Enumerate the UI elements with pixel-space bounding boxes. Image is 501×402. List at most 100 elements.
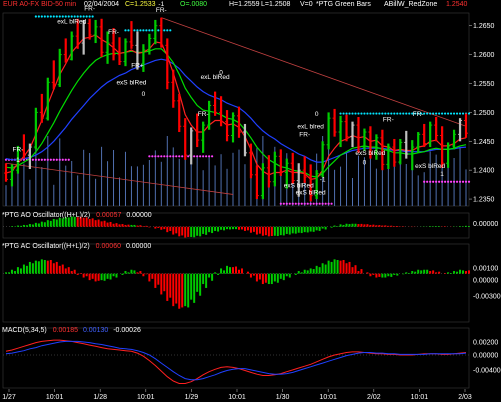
resistance-dot (61, 15, 64, 18)
resistance-dot (157, 29, 160, 32)
macd-title: MACD(5,34,5) (2, 327, 47, 334)
support-dot (330, 202, 333, 205)
study1-label: *PTG Green Bars (316, 1, 371, 8)
support-dot (300, 202, 303, 205)
change-label: O=.0080 (180, 1, 208, 8)
resistance-dot (426, 112, 429, 115)
support-dot (327, 202, 330, 205)
x-tick-label: 2/03 (458, 394, 472, 401)
support-dot (438, 180, 441, 183)
support-dot (178, 155, 181, 158)
resistance-dot (399, 112, 402, 115)
support-dot (446, 180, 450, 183)
ao-value-red: 0.00057 (96, 212, 122, 219)
resistance-dot (467, 112, 471, 115)
ao-pane-title: *PTG AO Oscillator((H+L)/2) 0.00057 0.00… (2, 212, 152, 219)
support-dot (309, 202, 312, 205)
macd-tick-label: -0.00400 (473, 368, 501, 375)
support-dot (458, 180, 462, 183)
resistance-dot (136, 29, 139, 32)
support-dot (426, 180, 429, 183)
signal-annotation: exS blRed (355, 150, 385, 157)
support-dot (294, 202, 297, 205)
signal-annotation: FR- (299, 132, 310, 139)
resistance-dot (67, 15, 70, 18)
support-dot (467, 180, 471, 183)
resistance-dot (446, 112, 450, 115)
support-dot (291, 202, 294, 205)
resistance-dot (339, 112, 342, 115)
resistance-dot (435, 112, 438, 115)
resistance-dot (449, 112, 453, 115)
date-label: 02/04/2004 (84, 1, 120, 8)
high-label: H=1.2559 (229, 1, 260, 8)
resistance-dot (360, 112, 363, 115)
signal-annotation: FR- (413, 111, 424, 118)
resistance-dot (151, 29, 154, 32)
support-dot (306, 202, 309, 205)
signal-annotation: 0 (363, 159, 367, 166)
support-dot (432, 180, 435, 183)
resistance-dot (148, 29, 151, 32)
price-tick-label: 1.2550 (473, 81, 495, 88)
support-dot (297, 202, 300, 205)
x-tick-label: 10:01 (228, 394, 246, 401)
resistance-dot (402, 112, 405, 115)
support-dot (160, 155, 163, 158)
resistance-dot (354, 112, 357, 115)
macd-value-white: -0.00026 (113, 327, 141, 334)
signal-annotation: exS blRed (415, 163, 445, 170)
support-dot (435, 180, 438, 183)
resistance-dot (348, 112, 351, 115)
support-dot (64, 158, 67, 161)
support-dot (34, 158, 37, 161)
support-dot (169, 155, 172, 158)
signal-annotation: exL blRed (57, 18, 86, 25)
signal-annotation: exS blRed (296, 189, 326, 196)
signal-annotation: FR- (13, 147, 24, 154)
resistance-dot (387, 112, 390, 115)
resistance-dot (34, 15, 37, 18)
support-dot (285, 202, 288, 205)
resistance-dot (49, 15, 52, 18)
resistance-dot (70, 15, 73, 18)
resistance-dot (378, 112, 381, 115)
ac-pane-title: *PTG AC Oscillator((H+L)/2) 0.00060 0.00… (2, 243, 151, 250)
resistance-dot (85, 15, 88, 18)
signal-annotation: exL blred (297, 124, 324, 131)
support-dot (172, 155, 175, 158)
signal-annotation: FR- (383, 117, 394, 124)
low-label: L=1.2508 (261, 1, 291, 8)
resistance-dot (458, 112, 462, 115)
support-dot (279, 202, 282, 205)
resistance-dot (429, 112, 432, 115)
resistance-dot (43, 15, 46, 18)
support-dot (441, 180, 444, 183)
resistance-dot (393, 112, 396, 115)
support-dot (31, 158, 34, 161)
resistance-dot (46, 15, 49, 18)
signal-annotation: FR- (198, 111, 209, 118)
resistance-dot (405, 112, 408, 115)
resistance-dot (455, 112, 459, 115)
resistance-dot (76, 15, 79, 18)
macd-value-red: 0.00185 (52, 327, 78, 334)
resistance-dot (88, 15, 91, 18)
support-dot (148, 155, 151, 158)
support-dot (321, 202, 324, 205)
support-dot (312, 202, 315, 205)
resistance-dot (452, 112, 456, 115)
resistance-dot (124, 29, 127, 32)
ac-tick-label: -0.00300 (473, 294, 501, 301)
x-tick-label: 10:01 (319, 394, 337, 401)
support-dot (211, 155, 214, 158)
close-label: C=1.2533 (125, 1, 156, 8)
support-dot (208, 155, 211, 158)
support-dot (196, 155, 199, 158)
study2-value: 1.2540 (446, 1, 468, 8)
support-dot (423, 180, 426, 183)
macd-tick-label: 0.00000 (473, 353, 498, 360)
symbol-label: EUR A0-FX BID-50 min (3, 1, 77, 8)
ac-title: *PTG AC Oscillator((H+L)/2) (2, 243, 90, 250)
resistance-dot (351, 112, 354, 115)
